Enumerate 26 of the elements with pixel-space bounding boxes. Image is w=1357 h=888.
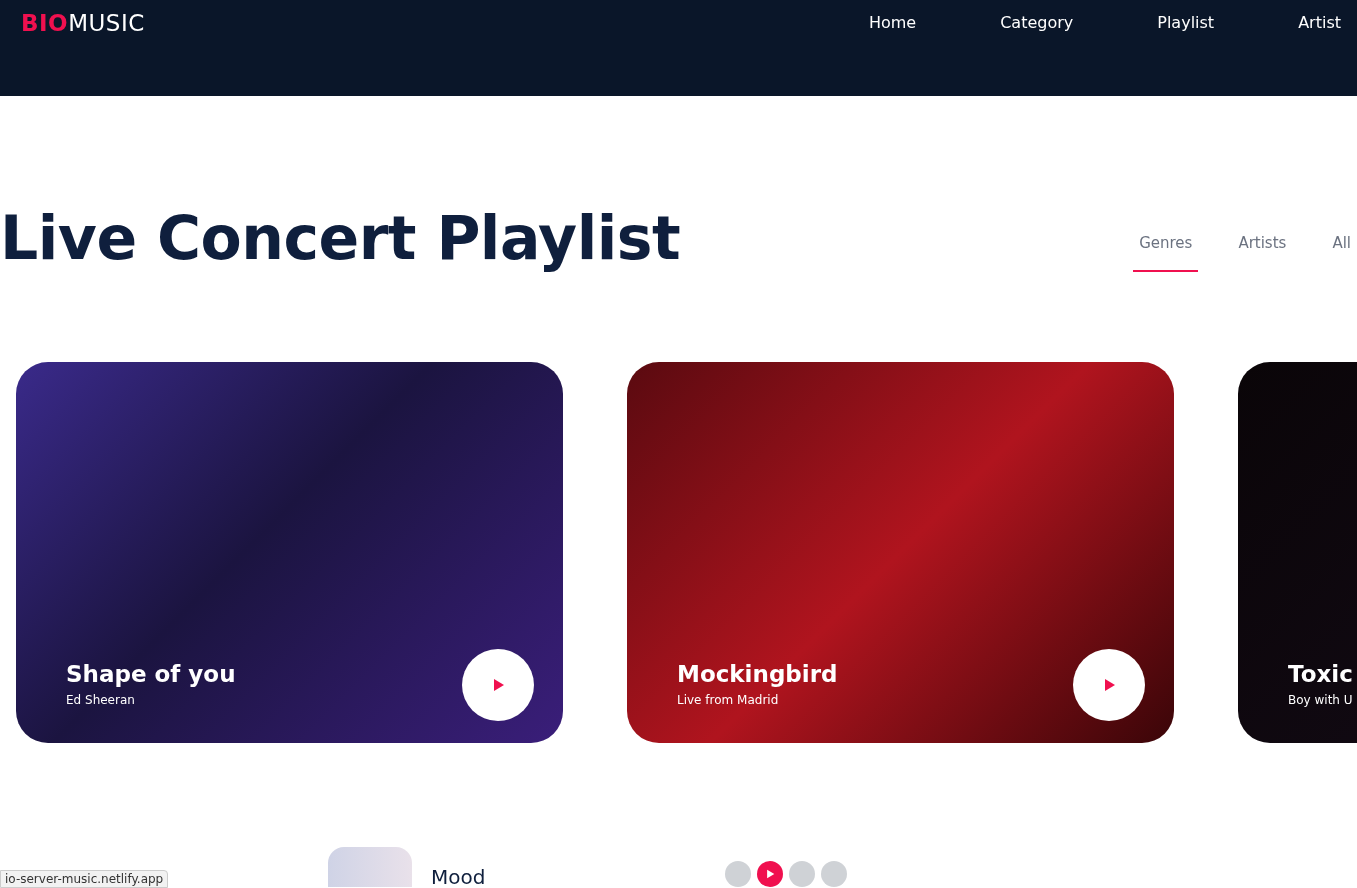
pager-dot[interactable] [757,861,784,887]
pager-dot[interactable] [789,861,816,887]
play-icon [1102,678,1116,692]
song-title: Shape of you [66,661,236,687]
nav-link[interactable]: Category [1000,13,1074,32]
nav-link[interactable]: Home [868,13,917,32]
play-icon [765,869,776,879]
pager-dot[interactable] [725,861,752,887]
brand-logo[interactable]: BIOMUSIC [21,10,145,36]
pager-dot[interactable] [821,861,848,887]
song-subtitle: Boy with U [1288,693,1353,707]
song-subtitle: Ed Sheeran [66,693,136,707]
concert-card[interactable]: Shape of you Ed Sheeran [16,362,563,743]
concert-card[interactable]: Mockingbird Live from Madrid [627,362,1174,743]
song-title: Mockingbird [677,661,838,687]
nav-link[interactable]: Playlist [1157,13,1215,32]
filter-tab[interactable]: Genres [1133,234,1199,272]
filter-tab[interactable]: Artists [1232,234,1293,272]
filter-tab[interactable]: All [1326,234,1357,272]
song-subtitle: Live from Madrid [677,693,780,707]
concert-card[interactable]: Toxic Boy with U [1238,362,1357,743]
song-title: Toxic [1288,661,1353,687]
play-icon [491,678,505,692]
status-url-tooltip: io-server-music.netlify.app [0,870,169,888]
nav-link[interactable]: Artist [1298,13,1341,32]
track-title: Mood [431,865,486,888]
